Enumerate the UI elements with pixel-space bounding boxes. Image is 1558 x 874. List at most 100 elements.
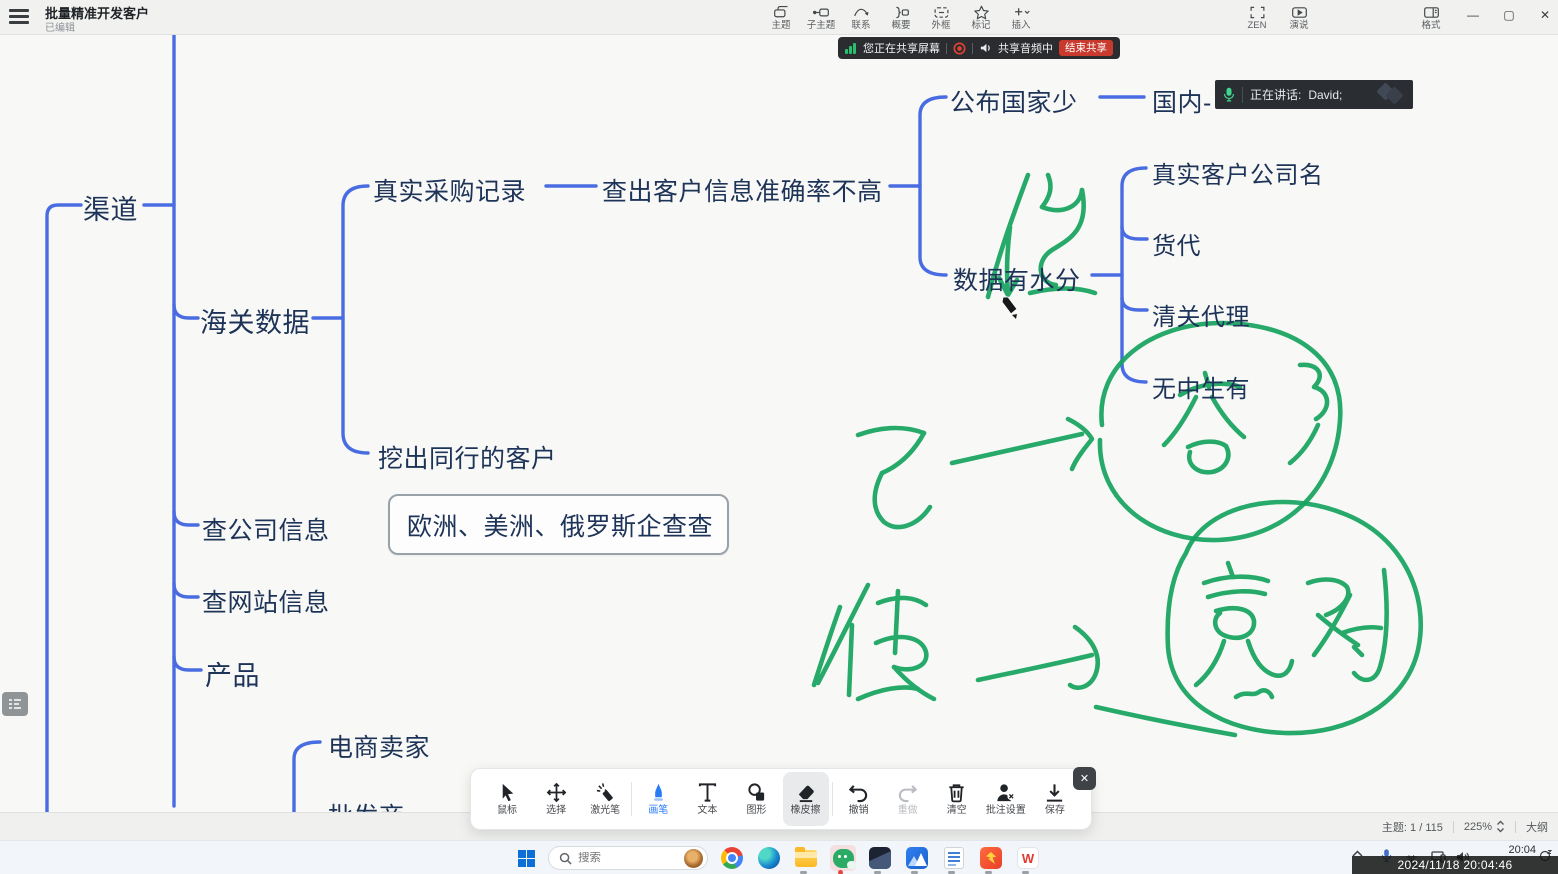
- taskbar-wps-icon[interactable]: W: [1015, 845, 1041, 871]
- boundary-button[interactable]: 外框: [921, 2, 961, 34]
- taskbar-xmind-icon[interactable]: [867, 845, 893, 871]
- taskbar-chrome-icon[interactable]: [719, 845, 745, 871]
- node-shuju[interactable]: 数据有水分: [953, 261, 1081, 297]
- ink-annotation-ji-to-customer: [858, 323, 1340, 540]
- node-chachu[interactable]: 查出客户信息准确率不高: [602, 172, 883, 208]
- outline-toggle[interactable]: 大纲: [1526, 819, 1548, 835]
- topic-counter: 主题: 1 / 115: [1382, 819, 1443, 835]
- laser-pointer-button[interactable]: 激光笔: [582, 772, 628, 826]
- topic-button[interactable]: 主题: [761, 2, 801, 34]
- node-qichacha-box[interactable]: 欧洲、美洲、俄罗斯企查查: [388, 494, 729, 555]
- node-gongbu[interactable]: 公布国家少: [950, 83, 1078, 119]
- move-icon: [546, 782, 567, 803]
- meeting-logo-watermark: [1379, 85, 1405, 103]
- toolbar-divider: [631, 782, 632, 816]
- subtopic-icon: [813, 5, 830, 20]
- pen-tool-button[interactable]: 画笔: [635, 772, 681, 826]
- text-tool-button[interactable]: 文本: [684, 772, 730, 826]
- mouse-tool-button[interactable]: 鼠标: [484, 772, 530, 826]
- trash-icon: [946, 782, 967, 803]
- signal-bars-icon: [845, 42, 857, 54]
- screen: { "window": { "title": "批量精准开发客户", "modi…: [0, 0, 1558, 874]
- insert-button[interactable]: 插入: [1001, 2, 1041, 34]
- outline-list-icon: [8, 698, 22, 710]
- topic-icon: [773, 5, 790, 20]
- mindmap-connectors: [0, 35, 1558, 812]
- node-zhenshikehu[interactable]: 真实客户公司名: [1152, 155, 1324, 190]
- mindmap-canvas[interactable]: 渠道 海关数据 真实采购记录 查出客户信息准确率不高 公布国家少 国内- 数据有…: [0, 35, 1558, 812]
- taskbar-edge-icon[interactable]: [756, 845, 782, 871]
- tray-clock[interactable]: 20:04: [1496, 844, 1536, 856]
- eraser-icon: [795, 782, 816, 803]
- node-wuzhong[interactable]: 无中生有: [1152, 369, 1250, 404]
- node-guonei[interactable]: 国内-: [1152, 83, 1212, 119]
- node-chanpin[interactable]: 产品: [205, 654, 260, 693]
- start-button[interactable]: [513, 845, 539, 871]
- windows-logo-icon: [518, 850, 535, 867]
- app-toolbar: 批量精准开发客户 已编辑 主题 子主题 联系 概要 外框 标记 插入: [0, 0, 1558, 35]
- node-zhenshicaigou[interactable]: 真实采购记录: [373, 172, 526, 208]
- end-share-button[interactable]: 结束共享: [1059, 40, 1113, 56]
- audio-sharing-label: 共享音频中: [998, 40, 1053, 56]
- shape-tool-button[interactable]: 图形: [733, 772, 779, 826]
- minimize-button[interactable]: —: [1456, 2, 1490, 28]
- summary-button[interactable]: 概要: [881, 2, 921, 34]
- user-settings-icon: [995, 782, 1016, 803]
- taskbar-notes-icon[interactable]: [941, 845, 967, 871]
- taskbar-wechat-icon[interactable]: [830, 845, 856, 871]
- toolbar-divider: [832, 782, 833, 816]
- stop-record-icon[interactable]: [953, 42, 966, 55]
- redo-button: 重做: [885, 772, 931, 826]
- outline-panel-toggle[interactable]: [2, 692, 28, 716]
- format-button[interactable]: 格式: [1410, 2, 1452, 34]
- node-wachu[interactable]: 挖出同行的客户: [378, 439, 557, 475]
- annotation-toolbar-close-button[interactable]: ✕: [1073, 767, 1096, 790]
- taskbar-meeting-icon[interactable]: [904, 845, 930, 871]
- sharing-label: 您正在共享屏幕: [863, 40, 940, 56]
- insert-plus-icon: [1013, 5, 1030, 20]
- cursor-icon: [497, 782, 518, 803]
- menu-icon[interactable]: [9, 9, 29, 25]
- close-button[interactable]: ✕: [1528, 2, 1558, 28]
- zoom-control[interactable]: 225%: [1464, 820, 1505, 833]
- relationship-icon: [853, 5, 870, 20]
- taskbar-app-orange-icon[interactable]: [978, 845, 1004, 871]
- bing-daily-image[interactable]: [684, 849, 703, 868]
- present-button[interactable]: 演说: [1278, 2, 1320, 34]
- node-haiguan[interactable]: 海关数据: [200, 301, 310, 340]
- maximize-button[interactable]: ▢: [1492, 2, 1526, 28]
- taskbar-explorer-icon[interactable]: [793, 845, 819, 871]
- node-chagongsi[interactable]: 查公司信息: [202, 511, 330, 547]
- format-panel-icon: [1423, 5, 1440, 20]
- star-icon: [973, 5, 990, 20]
- node-qingguan[interactable]: 清关代理: [1152, 297, 1250, 332]
- zen-mode-button[interactable]: ZEN: [1236, 2, 1278, 34]
- zoom-level: 225%: [1464, 821, 1492, 833]
- zoom-stepper-icon: [1496, 820, 1505, 833]
- speaking-toast: 正在讲话: David;: [1215, 80, 1413, 109]
- node-qichacha-label: 欧洲、美洲、俄罗斯企查查: [407, 507, 713, 543]
- save-annotation-button[interactable]: 保存: [1032, 772, 1078, 826]
- node-pifa-partial[interactable]: 批发商: [328, 797, 405, 812]
- select-tool-button[interactable]: 选择: [533, 772, 579, 826]
- download-icon: [1044, 782, 1065, 803]
- eraser-tool-button[interactable]: 橡皮擦: [783, 772, 829, 826]
- undo-icon: [848, 782, 869, 803]
- audio-icon: [979, 42, 992, 54]
- relationship-button[interactable]: 联系: [841, 2, 881, 34]
- recording-datetime-overlay: 2024/11/18 20:04:46: [1352, 856, 1558, 874]
- annotation-settings-button[interactable]: 批注设置: [983, 772, 1029, 826]
- clear-all-button[interactable]: 清空: [934, 772, 980, 826]
- search-input[interactable]: [578, 852, 674, 864]
- subtopic-button[interactable]: 子主题: [801, 2, 841, 34]
- microphone-icon: [1223, 87, 1235, 102]
- node-dianshang[interactable]: 电商卖家: [328, 728, 430, 764]
- speaker-name: David;: [1308, 88, 1342, 102]
- marker-button[interactable]: 标记: [961, 2, 1001, 34]
- node-huodai[interactable]: 货代: [1152, 226, 1201, 261]
- node-qudao[interactable]: 渠道: [83, 188, 138, 227]
- taskbar-search[interactable]: [548, 846, 708, 870]
- node-chawangzhan[interactable]: 查网站信息: [202, 583, 330, 619]
- undo-button[interactable]: 撤销: [836, 772, 882, 826]
- zen-icon: [1249, 5, 1266, 20]
